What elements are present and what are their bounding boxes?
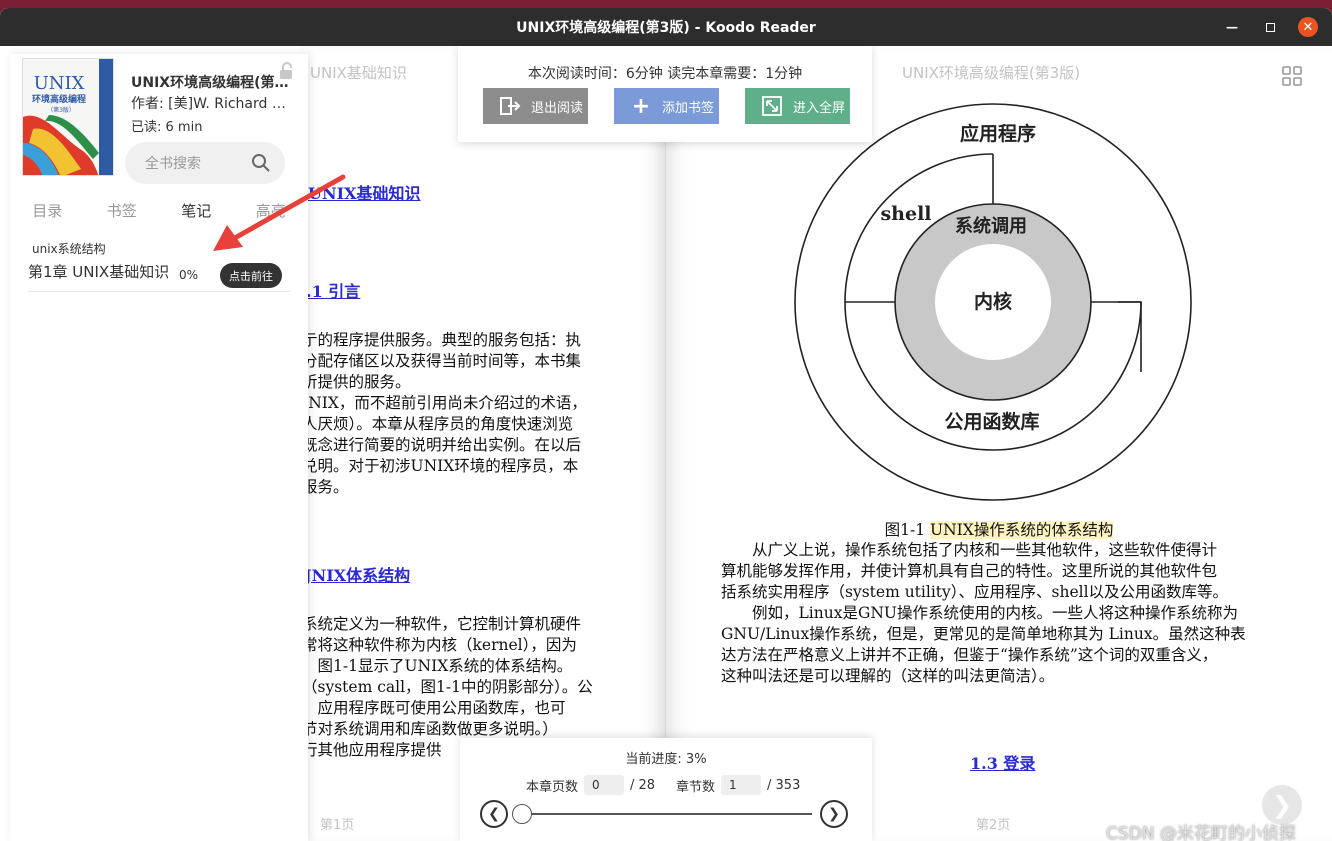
maximize-icon[interactable] — [1260, 17, 1280, 37]
text-line: 人厌烦）。本章从程序员的角度快速浏览 — [302, 415, 574, 433]
annotation-arrow-icon — [213, 174, 346, 251]
chapter-pages-label: 本章页数 — [526, 779, 579, 795]
page-number-left: 第1页 — [320, 818, 355, 833]
label-lib: 公用函数库 — [944, 410, 1039, 433]
note-category: unix系统结构 — [32, 242, 106, 256]
reading-time-text: 本次阅读时间：6分钟 读完本章需要：1分钟 — [527, 66, 803, 82]
note-percent: 0% — [179, 268, 199, 282]
prev-chapter-button[interactable]: ❮ — [480, 800, 508, 828]
plus-icon: + — [631, 93, 651, 119]
text-line: 算机能够发挥作用，并使计算机具有自己的特性。这里所说的其他软件包 — [721, 562, 1218, 580]
chevron-left-icon: ❮ — [488, 806, 500, 822]
text-line: JNIX，而不超前引用尚未介绍过的术语， — [302, 394, 587, 412]
section-total: / 353 — [767, 777, 801, 793]
grid-view-icon[interactable] — [1282, 66, 1302, 86]
reading-control-panel: 本次阅读时间：6分钟 读完本章需要：1分钟 退出阅读 + 添加书签 进入全屏 — [458, 46, 872, 142]
progress-slider-track[interactable] — [522, 813, 812, 815]
text-line: 亍的程序提供服务。典型的服务包括：执 — [302, 331, 582, 349]
lock-icon[interactable] — [278, 62, 296, 84]
exit-reading-button[interactable]: 退出阅读 — [483, 88, 588, 124]
text-line: 节对系统调用和库函数做更多说明。） — [302, 720, 558, 738]
right-body-text: 从广义上说，操作系统包括了内核和一些其他软件，这些软件使得计 算机能够发挥作用，并… — [721, 540, 1246, 687]
text-line: 既念进行简要的说明并给出实例。在以后 — [302, 436, 582, 454]
search-icon[interactable] — [251, 153, 271, 173]
login-heading-link[interactable]: 1.3 登录 — [970, 750, 1035, 774]
label-syscall: 系统调用 — [955, 215, 1027, 237]
label-shell: shell — [880, 203, 931, 225]
tab-bookmarks[interactable]: 书签 — [107, 200, 137, 221]
watermark-text: CSDN @米花町的小侦探 — [1106, 824, 1296, 841]
section-row: 章节数 1 / 353 — [676, 775, 800, 795]
label-kernel: 内核 — [974, 290, 1012, 313]
text-line: GNU/Linux操作系统，但是，更常见的是简单地称其为 Linux。虽然这种表 — [721, 625, 1246, 643]
section-label: 章节数 — [676, 779, 716, 795]
window-title: UNIX环境高级编程(第3版) - Koodo Reader — [516, 20, 816, 36]
text-line: 。图1-1显示了UNIX系统的体系结构。 — [302, 657, 573, 675]
goto-button[interactable]: 点击前往 — [220, 263, 282, 288]
book-cover-art: UNIX 环境高级编程 （第3版） — [23, 59, 113, 175]
book-cover[interactable]: UNIX 环境高级编程 （第3版） — [22, 58, 114, 176]
left-paragraph-1: 亍的程序提供服务。典型的服务包括：执 分配存储区以及获得当前时间等，本书集 听提供的… — [302, 330, 587, 498]
text-line: 这种叫法还是可以理解的（这样的叫法更简洁）。 — [721, 667, 1055, 685]
tab-catalog[interactable]: 目录 — [32, 200, 62, 221]
section-input[interactable]: 1 — [721, 775, 762, 795]
left-page[interactable]: UNIX基础知识 UNIX基础知识 .1 引言 亍的程序提供服务。典型的服务包括… — [300, 46, 666, 841]
title-bar: UNIX环境高级编程(第3版) - Koodo Reader — ✕ — [0, 8, 1332, 46]
add-bookmark-button[interactable]: + 添加书签 — [614, 88, 719, 124]
text-line: 系统定义为一种软件，它控制计算机硬件 — [302, 615, 582, 633]
text-line: （system call，图1-1中的阴影部分）。公 — [302, 678, 593, 696]
text-line: 常将这种软件称为内核（kernel），因为 — [302, 636, 577, 654]
cover-edition: （第3版） — [47, 106, 75, 114]
progress-panel: 当前进度: 3% 本章页数 0 / 28 章节数 1 / 353 ❮ ❯ — [460, 738, 872, 841]
text-line: 达方法在严格意义上讲并不正确，但鉴于“操作系统”这个词的双重含义， — [721, 646, 1218, 664]
cover-subtitle: 环境高级编程 — [32, 93, 86, 105]
text-line: 例如，Linux是GNU操作系统使用的内核。一些人将这种操作系统称为 — [721, 604, 1238, 622]
right-page[interactable]: UNIX环境高级编程(第3版) 应用程序 shell 系统调用 内核 公用函数库… — [666, 46, 1332, 841]
book-title: UNIX环境高级编程(第3版) — [131, 75, 291, 91]
read-duration: 已读: 6 min — [131, 120, 203, 135]
search-placeholder: 全书搜索 — [145, 156, 201, 172]
text-line: ，应用程序既可使用公用函数库，也可 — [302, 699, 566, 717]
minimize-icon[interactable]: — — [1222, 17, 1242, 37]
fullscreen-label: 进入全屏 — [793, 100, 846, 116]
caption-prefix: 图1-1 — [884, 521, 931, 539]
chevron-right-icon: ❯ — [1271, 791, 1293, 819]
text-line: 括系统实用程序（system utility）、应用程序、shell以及公用函数… — [721, 583, 1229, 601]
exit-icon — [499, 95, 521, 117]
note-chapter: 第1章 UNIX基础知识 — [28, 263, 168, 281]
page-number-right: 第2页 — [976, 818, 1011, 833]
caption-highlight[interactable]: UNIX操作系统的体系结构 — [930, 521, 1114, 539]
list-item[interactable]: 第1章 UNIX基础知识 0% 点击前往 — [28, 258, 290, 292]
chapter-page-input[interactable]: 0 — [584, 775, 625, 795]
text-line: 分配存储区以及获得当前时间等，本书集 — [302, 352, 582, 370]
section-heading-link[interactable]: .1 引言 — [306, 278, 360, 302]
close-icon[interactable]: ✕ — [1298, 17, 1318, 37]
text-line: 兑明。对于初涉UNIX环境的程序员，本 — [302, 457, 579, 475]
figure-caption: 图1-1 UNIX操作系统的体系结构 — [666, 520, 1332, 541]
progress-text: 当前进度: 3% — [625, 752, 707, 767]
chapter-pages-row: 本章页数 0 / 28 — [526, 775, 655, 795]
text-line: 从广义上说，操作系统包括了内核和一些其他软件，这些软件使得计 — [721, 541, 1218, 559]
fullscreen-icon — [761, 95, 783, 117]
cover-title: UNIX — [34, 73, 85, 94]
book-author: 作者: [美]W. Richard Stevens — [131, 96, 291, 112]
chevron-right-icon: ❯ — [828, 806, 840, 822]
fullscreen-button[interactable]: 进入全屏 — [745, 88, 850, 124]
text-line: 听提供的服务。 — [302, 373, 411, 391]
section-heading-link-2[interactable]: JNIX体系结构 — [304, 562, 410, 586]
exit-reading-label: 退出阅读 — [531, 100, 584, 116]
next-chapter-button[interactable]: ❯ — [820, 800, 848, 828]
progress-slider-thumb[interactable] — [512, 804, 532, 824]
add-bookmark-label: 添加书签 — [662, 100, 715, 116]
chapter-page-total: / 28 — [630, 777, 656, 793]
label-app: 应用程序 — [960, 122, 1036, 145]
running-head-left: UNIX基础知识 — [310, 64, 407, 82]
text-line: 报务。 — [302, 478, 349, 496]
app-window: UNIX环境高级编程(第3版) - Koodo Reader — ✕ UNIX基… — [0, 8, 1332, 841]
reader-area: UNIX基础知识 UNIX基础知识 .1 引言 亍的程序提供服务。典型的服务包括… — [0, 46, 1332, 841]
